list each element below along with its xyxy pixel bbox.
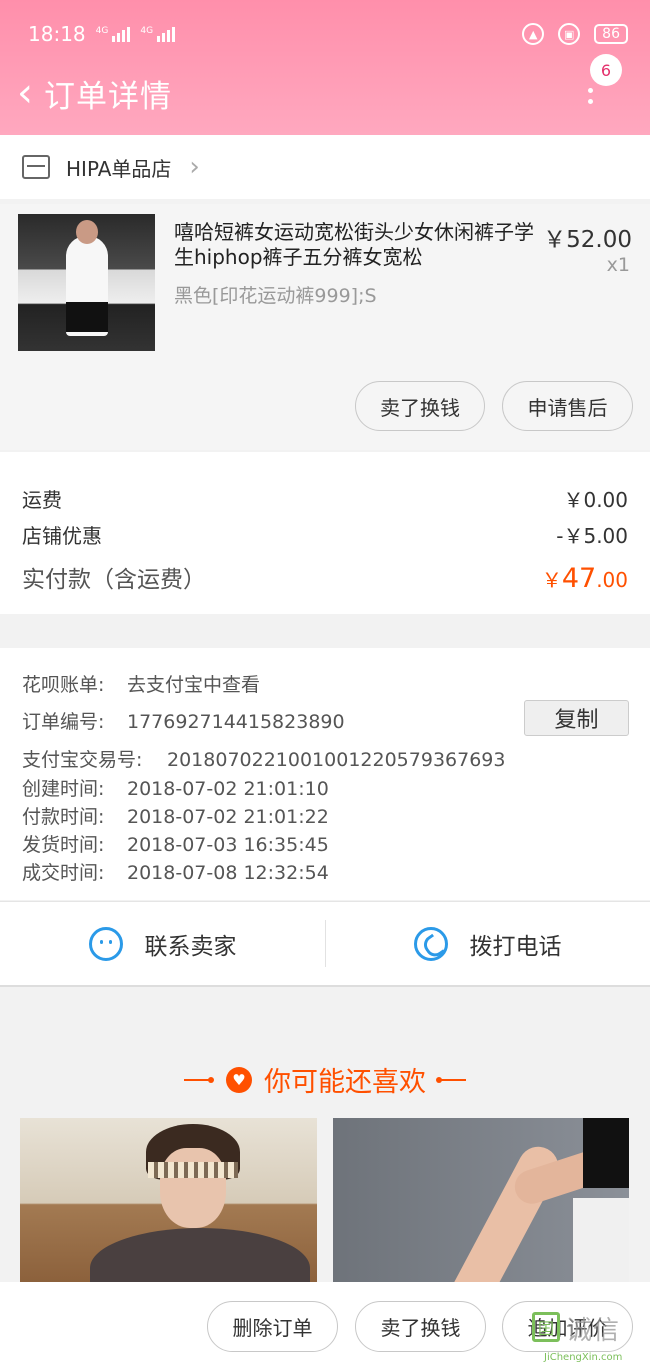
alipay-row: 支付宝交易号: 2018070221001001220579367693 [22, 749, 506, 771]
shipping-label: 运费 [22, 488, 62, 512]
sell-button[interactable]: 卖了换钱 [355, 381, 485, 431]
app-header: 18:18 4G 4G ▲ ▣ 86 ‹ 订单详情 6 [0, 0, 650, 135]
chat-icon [88, 926, 123, 961]
order-info: 花呗账单: 去支付宝中查看 订单编号: 177692714415823890 复制 … [0, 648, 650, 900]
nav-bar: ‹ 订单详情 6 [10, 54, 630, 118]
product-spec: 黑色[印花运动裤999];S [174, 285, 377, 307]
product-title: 嘻哈短裤女运动宽松街头少女休闲裤子学生hiphop裤子五分裤女宽松 [174, 220, 534, 269]
sell-button[interactable]: 卖了换钱 [355, 1301, 486, 1352]
signal-icon: 4G [96, 26, 131, 42]
copy-button[interactable]: 复制 [524, 700, 629, 736]
watermark-logo: 囯 诚信 JiChengXin.com [530, 1306, 642, 1368]
delete-order-button[interactable]: 删除订单 [207, 1301, 338, 1352]
watermark-icon: 囯 [532, 1312, 560, 1342]
heart-icon: ♥ [226, 1066, 252, 1093]
product-quantity: x1 [606, 254, 630, 276]
product-item[interactable]: 嘻哈短裤女运动宽松街头少女休闲裤子学生hiphop裤子五分裤女宽松 ￥52.00… [0, 204, 650, 450]
contact-bar: 联系卖家 拨打电话 [0, 901, 650, 987]
shipped-time-row: 发货时间: 2018-07-03 16:35:45 [22, 834, 329, 856]
discount-label: 店铺优惠 [22, 524, 102, 548]
message-badge: 6 [590, 54, 622, 86]
discount-row: 店铺优惠 -￥5.00 [22, 520, 628, 549]
shop-icon [22, 155, 50, 179]
huabei-row: 花呗账单: 去支付宝中查看 [22, 674, 261, 696]
phone-icon [413, 926, 448, 961]
lock-icon: ▣ [558, 23, 581, 45]
product-price: ￥52.00 [543, 227, 632, 253]
paid-row: 实付款（含运费） ￥47.00 [22, 560, 628, 594]
battery-icon: 86 [594, 24, 628, 44]
recommend-item[interactable] [20, 1118, 317, 1288]
shipping-row: 运费 ￥0.00 [22, 484, 628, 513]
after-sale-button[interactable]: 申请售后 [502, 381, 633, 431]
page-title: 订单详情 [44, 78, 172, 115]
paid-time-row: 付款时间: 2018-07-02 21:01:22 [22, 806, 329, 828]
more-menu-button[interactable]: 6 [584, 54, 622, 114]
order-number-row: 订单编号: 177692714415823890 [22, 711, 345, 733]
discount-value: -￥5.00 [556, 524, 628, 548]
status-bar: 18:18 4G 4G ▲ ▣ 86 [28, 20, 628, 48]
contact-seller-button[interactable]: 联系卖家 [0, 902, 325, 985]
clock: 18:18 [28, 22, 86, 46]
recommend-heading: ♥ 你可能还喜欢 [0, 1060, 650, 1099]
shop-row[interactable]: HIPA单品店 › [0, 135, 650, 199]
more-icon [584, 88, 596, 104]
shipping-value: ￥0.00 [563, 488, 628, 512]
product-thumbnail[interactable] [18, 214, 155, 351]
paid-label: 实付款（含运费） [22, 567, 206, 593]
chevron-right-icon: › [189, 152, 200, 182]
alipay-number: 2018070221001001220579367693 [167, 749, 506, 771]
created-time-row: 创建时间: 2018-07-02 21:01:10 [22, 778, 329, 800]
paid-amount: ￥47.00 [541, 563, 628, 594]
huabei-link[interactable]: 去支付宝中查看 [127, 674, 260, 696]
recommend-item[interactable] [333, 1118, 629, 1288]
call-phone-button[interactable]: 拨打电话 [325, 902, 650, 985]
signal-icon: 4G [140, 26, 176, 42]
fee-summary: 运费 ￥0.00 店铺优惠 -￥5.00 实付款（含运费） ￥47.00 [0, 452, 650, 614]
order-number: 177692714415823890 [127, 711, 345, 733]
back-icon[interactable]: ‹ [10, 71, 40, 115]
vibrate-icon: ▲ [522, 23, 545, 45]
shop-name: HIPA单品店 [66, 156, 172, 181]
closed-time-row: 成交时间: 2018-07-08 12:32:54 [22, 862, 329, 884]
